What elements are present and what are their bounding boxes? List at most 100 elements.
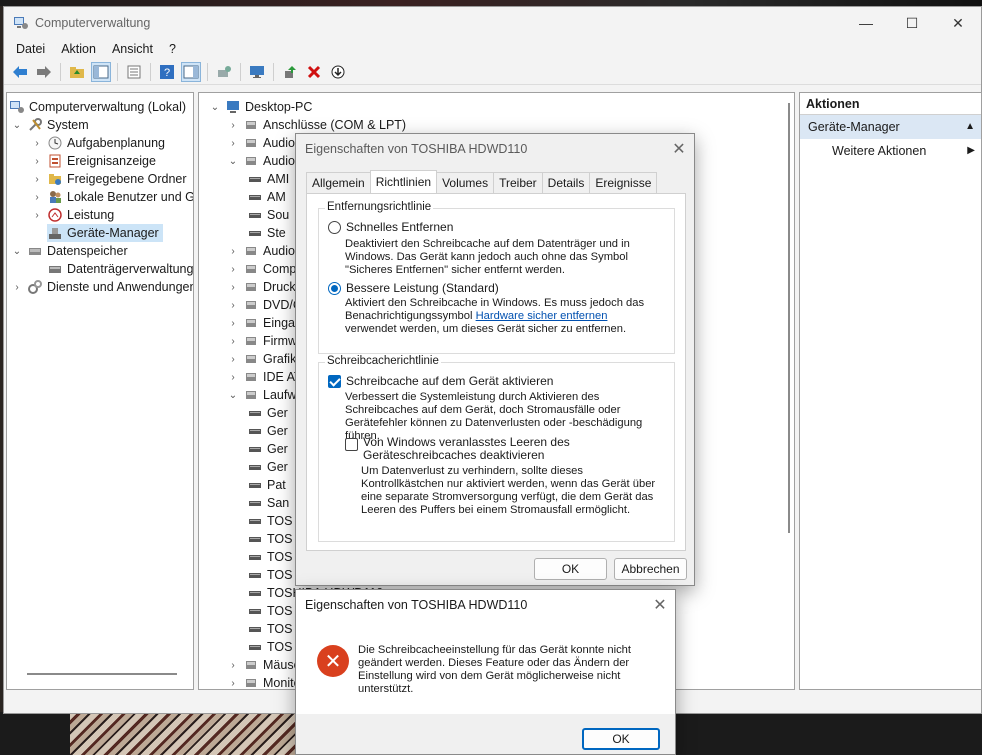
- chevron-right-icon[interactable]: ›: [227, 120, 239, 131]
- device-tree-item[interactable]: TOS: [247, 530, 292, 548]
- disable-flush-option[interactable]: Von Windows veranlasstes Leeren des Gerä…: [345, 436, 665, 462]
- device-tree-item[interactable]: AM: [247, 188, 286, 206]
- chevron-right-icon[interactable]: ›: [227, 318, 239, 329]
- close-icon[interactable]: ✕: [645, 595, 675, 615]
- tree-item-system[interactable]: ⌄ System: [11, 116, 89, 134]
- collapse-arrow-icon[interactable]: ▲: [965, 115, 975, 139]
- chevron-right-icon[interactable]: ›: [227, 300, 239, 311]
- properties-icon[interactable]: [124, 62, 144, 82]
- device-tree-item[interactable]: TOS: [247, 566, 292, 584]
- device-tree-item[interactable]: Ste: [247, 224, 286, 242]
- chevron-right-icon[interactable]: ›: [227, 336, 239, 347]
- tab-volumes[interactable]: Volumes: [436, 172, 495, 193]
- ok-button[interactable]: OK: [534, 558, 607, 580]
- device-tree-item[interactable]: TOS: [247, 602, 292, 620]
- device-tree-item[interactable]: AMI: [247, 170, 289, 188]
- device-tree-item[interactable]: TOS: [247, 512, 292, 530]
- chevron-down-icon[interactable]: ⌄: [209, 102, 221, 113]
- cancel-button[interactable]: Abbrechen: [614, 558, 687, 580]
- close-icon[interactable]: ✕: [664, 139, 694, 159]
- device-tree-item[interactable]: TOS: [247, 620, 292, 638]
- tree-item-performance[interactable]: › Leistung: [31, 206, 114, 224]
- device-tree-item[interactable]: › Audioe: [227, 242, 302, 260]
- tree-item-disk-management[interactable]: Datenträgerverwaltung: [47, 260, 193, 278]
- vertical-scrollbar[interactable]: [788, 103, 790, 533]
- horizontal-scrollbar[interactable]: [27, 673, 177, 675]
- device-tree-item[interactable]: ⌄ Laufwe: [227, 386, 304, 404]
- tab-details[interactable]: Details: [541, 172, 591, 193]
- back-icon[interactable]: [10, 62, 30, 82]
- menu-help[interactable]: ?: [161, 42, 184, 56]
- device-tree-item[interactable]: ⌄ Desktop-PC: [209, 98, 313, 116]
- maximize-button[interactable]: ☐: [889, 7, 935, 39]
- help-icon[interactable]: ?: [157, 62, 177, 82]
- device-tree-item[interactable]: Pat: [247, 476, 286, 494]
- device-tree-item[interactable]: TOS: [247, 638, 292, 656]
- device-tree-item[interactable]: Ger: [247, 440, 288, 458]
- error-ok-button[interactable]: OK: [582, 728, 660, 750]
- menu-action[interactable]: Aktion: [53, 42, 104, 56]
- chevron-down-icon[interactable]: ⌄: [11, 246, 23, 257]
- safely-remove-hardware-link[interactable]: Hardware sicher entfernen: [476, 310, 608, 322]
- device-tree-item[interactable]: › Anschlüsse (COM & LPT): [227, 116, 406, 134]
- tree-item-storage[interactable]: ⌄ Datenspeicher: [11, 242, 128, 260]
- device-tree-item[interactable]: › Monito: [227, 674, 300, 689]
- chevron-right-icon[interactable]: ›: [227, 246, 239, 257]
- enable-write-cache-option[interactable]: Schreibcache auf dem Gerät aktivieren: [328, 374, 553, 388]
- tab-driver[interactable]: Treiber: [493, 172, 543, 193]
- chevron-right-icon[interactable]: ›: [31, 174, 43, 185]
- show-action-pane-icon[interactable]: [181, 61, 201, 82]
- scan-hardware-icon[interactable]: [214, 62, 234, 82]
- close-button[interactable]: ✕: [935, 7, 981, 39]
- chevron-right-icon[interactable]: ›: [227, 264, 239, 275]
- uninstall-icon[interactable]: [304, 62, 324, 82]
- device-tree-item[interactable]: TOS: [247, 548, 292, 566]
- device-tree-item[interactable]: › Grafikk: [227, 350, 302, 368]
- chevron-right-icon[interactable]: ›: [11, 282, 23, 293]
- tab-policies[interactable]: Richtlinien: [369, 170, 438, 193]
- device-tree-item[interactable]: Ger: [247, 458, 288, 476]
- chevron-right-icon[interactable]: ›: [227, 372, 239, 383]
- device-tree-item[interactable]: › Compu: [227, 260, 303, 278]
- device-tree-item[interactable]: Ger: [247, 404, 288, 422]
- disable-device-icon[interactable]: [328, 62, 348, 82]
- quick-removal-radio[interactable]: [328, 220, 341, 234]
- device-tree-item[interactable]: › DVD/C: [227, 296, 302, 314]
- tree-item-local-users[interactable]: › Lokale Benutzer und Gru: [31, 188, 193, 206]
- minimize-button[interactable]: —: [843, 7, 889, 39]
- tab-general[interactable]: Allgemein: [306, 172, 371, 193]
- device-tree-item[interactable]: › Eingab: [227, 314, 302, 332]
- chevron-right-icon[interactable]: ›: [31, 192, 43, 203]
- device-tree-item[interactable]: Sou: [247, 206, 289, 224]
- device-tree-item[interactable]: San: [247, 494, 289, 512]
- tab-events[interactable]: Ereignisse: [589, 172, 658, 193]
- forward-icon[interactable]: [34, 62, 54, 82]
- tree-item-event-viewer[interactable]: › Ereignisanzeige: [31, 152, 156, 170]
- title-bar[interactable]: Computerverwaltung — ☐ ✕: [4, 7, 981, 39]
- menu-view[interactable]: Ansicht: [104, 42, 161, 56]
- show-hide-tree-icon[interactable]: [91, 61, 111, 82]
- better-performance-radio[interactable]: [328, 281, 341, 295]
- chevron-down-icon[interactable]: ⌄: [227, 156, 239, 167]
- chevron-down-icon[interactable]: ⌄: [11, 120, 23, 131]
- error-dialog-title-bar[interactable]: Eigenschaften von TOSHIBA HDWD110 ✕: [296, 590, 675, 620]
- disable-flush-checkbox[interactable]: [345, 438, 358, 451]
- up-folder-icon[interactable]: [67, 62, 87, 82]
- menu-file[interactable]: Datei: [8, 42, 53, 56]
- chevron-right-icon[interactable]: ›: [31, 156, 43, 167]
- update-driver-icon[interactable]: [280, 62, 300, 82]
- dialog-title-bar[interactable]: Eigenschaften von TOSHIBA HDWD110 ✕: [296, 134, 694, 164]
- device-tree-item[interactable]: › Audio: [227, 134, 295, 152]
- chevron-right-icon[interactable]: ›: [227, 282, 239, 293]
- chevron-right-icon[interactable]: ›: [227, 678, 239, 689]
- tree-item-device-manager[interactable]: Geräte-Manager: [47, 224, 163, 242]
- better-performance-option[interactable]: Bessere Leistung (Standard): [328, 281, 499, 295]
- device-tree-item[interactable]: Ger: [247, 422, 288, 440]
- enable-write-cache-checkbox[interactable]: [328, 374, 341, 388]
- tree-item-shared-folders[interactable]: › Freigegebene Ordner: [31, 170, 186, 188]
- chevron-right-icon[interactable]: ›: [227, 660, 239, 671]
- actions-section-device-manager[interactable]: Geräte-Manager ▲: [800, 115, 981, 139]
- chevron-right-icon[interactable]: ›: [227, 354, 239, 365]
- chevron-right-icon[interactable]: ›: [31, 138, 43, 149]
- device-tree-item[interactable]: › Mäuse: [227, 656, 300, 674]
